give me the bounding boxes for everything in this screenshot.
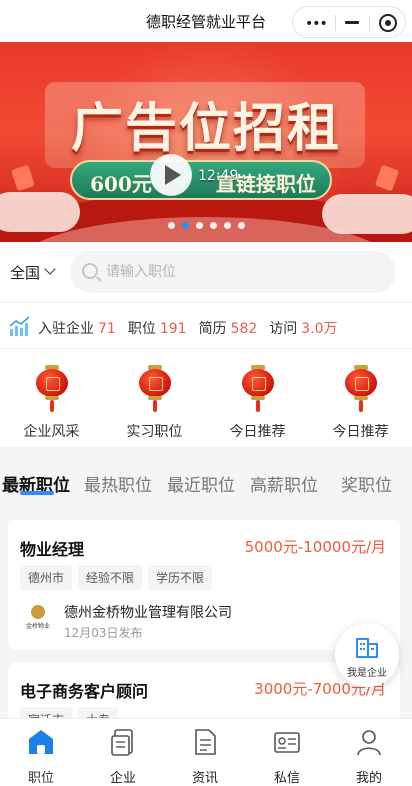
job-tags: 德州市 经验不限 学历不限 [20,565,213,590]
close-miniapp-icon[interactable] [379,14,397,32]
company-logo: 金桥物业 [22,605,54,633]
stat-label: 职位 [127,321,156,337]
job-card[interactable]: 物业经理 5000元-10000元/月 德州市 经验不限 学历不限 金桥物业 德… [8,520,400,650]
tab-high-salary-jobs[interactable]: 高薪职位 [250,471,318,496]
search-input[interactable] [106,251,386,293]
job-tag: 经验不限 [78,565,143,590]
banner-dot[interactable] [209,222,217,229]
miniapp-capsule: ••• [292,6,406,38]
red-envelope-decoration [374,164,400,192]
capsule-divider [369,15,370,31]
chevron-down-icon[interactable] [44,263,56,275]
stat-value: 191 [159,321,187,337]
stat-label: 简历 [198,321,227,337]
tab-more-jobs[interactable]: 奖职位 [341,471,392,496]
enterprise-entry-label: 我是企业 [347,668,387,679]
nav-item-news[interactable]: 资讯 [164,727,246,786]
nav-label: 企业 [109,771,136,786]
category-item[interactable]: 企业风采 [0,363,103,441]
building-icon [356,638,378,658]
ad-banner[interactable]: 广告位招租 600元 直链接职位 12:49 [0,42,412,242]
banner-dot[interactable] [223,222,231,229]
category-item[interactable]: 今日推荐 [206,363,309,441]
capsule-divider [335,15,336,31]
lantern-icon [240,363,276,413]
stats-line: 入驻企业 71 职位 191 简历 582 访问 3.0万 [38,318,350,338]
home-icon [29,730,53,754]
post-date: 12月03日发布 [64,626,143,640]
region-selector[interactable]: 全国 [10,262,40,283]
lantern-icon [343,363,379,413]
nav-item-enterprise[interactable]: 企业 [82,727,164,786]
category-label: 实习职位 [126,424,183,440]
job-title: 物业经理 [20,540,85,559]
banner-dot-active[interactable] [181,222,189,229]
search-icon [82,263,98,279]
job-title: 电子商务客户顾问 [20,682,149,701]
lantern-icon [34,363,70,413]
trend-chart-icon [9,316,30,336]
stat-value: 71 [98,321,116,337]
category-label: 今日推荐 [229,424,286,440]
job-tag: 德州市 [20,565,73,590]
app-page: 德职经管就业平台 ••• 广告位招租 600元 直链接职位 12:49 全国 请… [0,0,412,786]
banner-pagination [0,222,412,229]
bottom-nav: 职位 企业 资讯 私信 我的 [0,718,412,786]
stat-label: 访问 [269,321,298,337]
title-bar: 德职经管就业平台 ••• [0,0,412,42]
nav-item-jobs[interactable]: 职位 [0,727,82,786]
category-item[interactable]: 实习职位 [103,363,206,441]
stat-value: 3.0万 [301,321,338,337]
job-salary: 5000元-10000元/月 [244,538,386,556]
category-label: 企业风采 [23,424,80,440]
search-bar: 全国 [0,242,412,302]
banner-headline: 广告位招租 [70,98,341,159]
stat-value: 582 [230,321,258,337]
nav-label: 资讯 [191,771,218,786]
stat-label: 入驻企业 [38,321,94,337]
nav-item-messages[interactable]: 私信 [246,727,328,786]
video-duration: 12:49 [198,168,239,184]
active-tab-indicator [20,491,54,495]
lantern-icon [137,363,173,413]
nav-label: 私信 [273,771,300,786]
search-box[interactable] [70,251,396,293]
category-grid: 企业风采 实习职位 今日推荐 今日推荐 [0,348,412,446]
message-icon [274,732,300,753]
play-icon[interactable] [150,154,192,196]
nav-item-profile[interactable]: 我的 [328,727,410,786]
banner-dot[interactable] [195,222,203,229]
job-tabs: 最新职位 最热职位 最近职位 高薪职位 奖职位 [0,455,412,505]
platform-stats: 入驻企业 71 职位 191 简历 582 访问 3.0万 [0,302,412,348]
nav-label: 职位 [27,771,54,786]
category-item[interactable]: 今日推荐 [309,363,412,441]
user-icon [357,730,381,756]
company-info: 金桥物业 德州金桥物业管理有限公司 12月03日发布 [20,600,380,640]
enterprise-icon [111,729,133,756]
nav-label: 我的 [355,771,382,786]
red-envelope-decoration [11,164,35,192]
more-options-icon[interactable]: ••• [305,16,328,32]
enterprise-entry-button[interactable]: 我是企业 [335,623,399,687]
company-logo-text: 金桥物业 [25,623,50,630]
banner-dot[interactable] [237,222,245,229]
banner-dot[interactable] [167,222,175,229]
news-icon [195,729,216,755]
job-tag: 学历不限 [148,565,213,590]
tab-hot-jobs[interactable]: 最热职位 [84,471,152,496]
banner-ribbon-left: 600元 [90,172,152,196]
company-name: 德州金桥物业管理有限公司 [64,605,232,621]
category-label: 今日推荐 [332,424,389,440]
minimize-icon[interactable] [345,21,359,24]
tab-nearby-jobs[interactable]: 最近职位 [167,471,235,496]
